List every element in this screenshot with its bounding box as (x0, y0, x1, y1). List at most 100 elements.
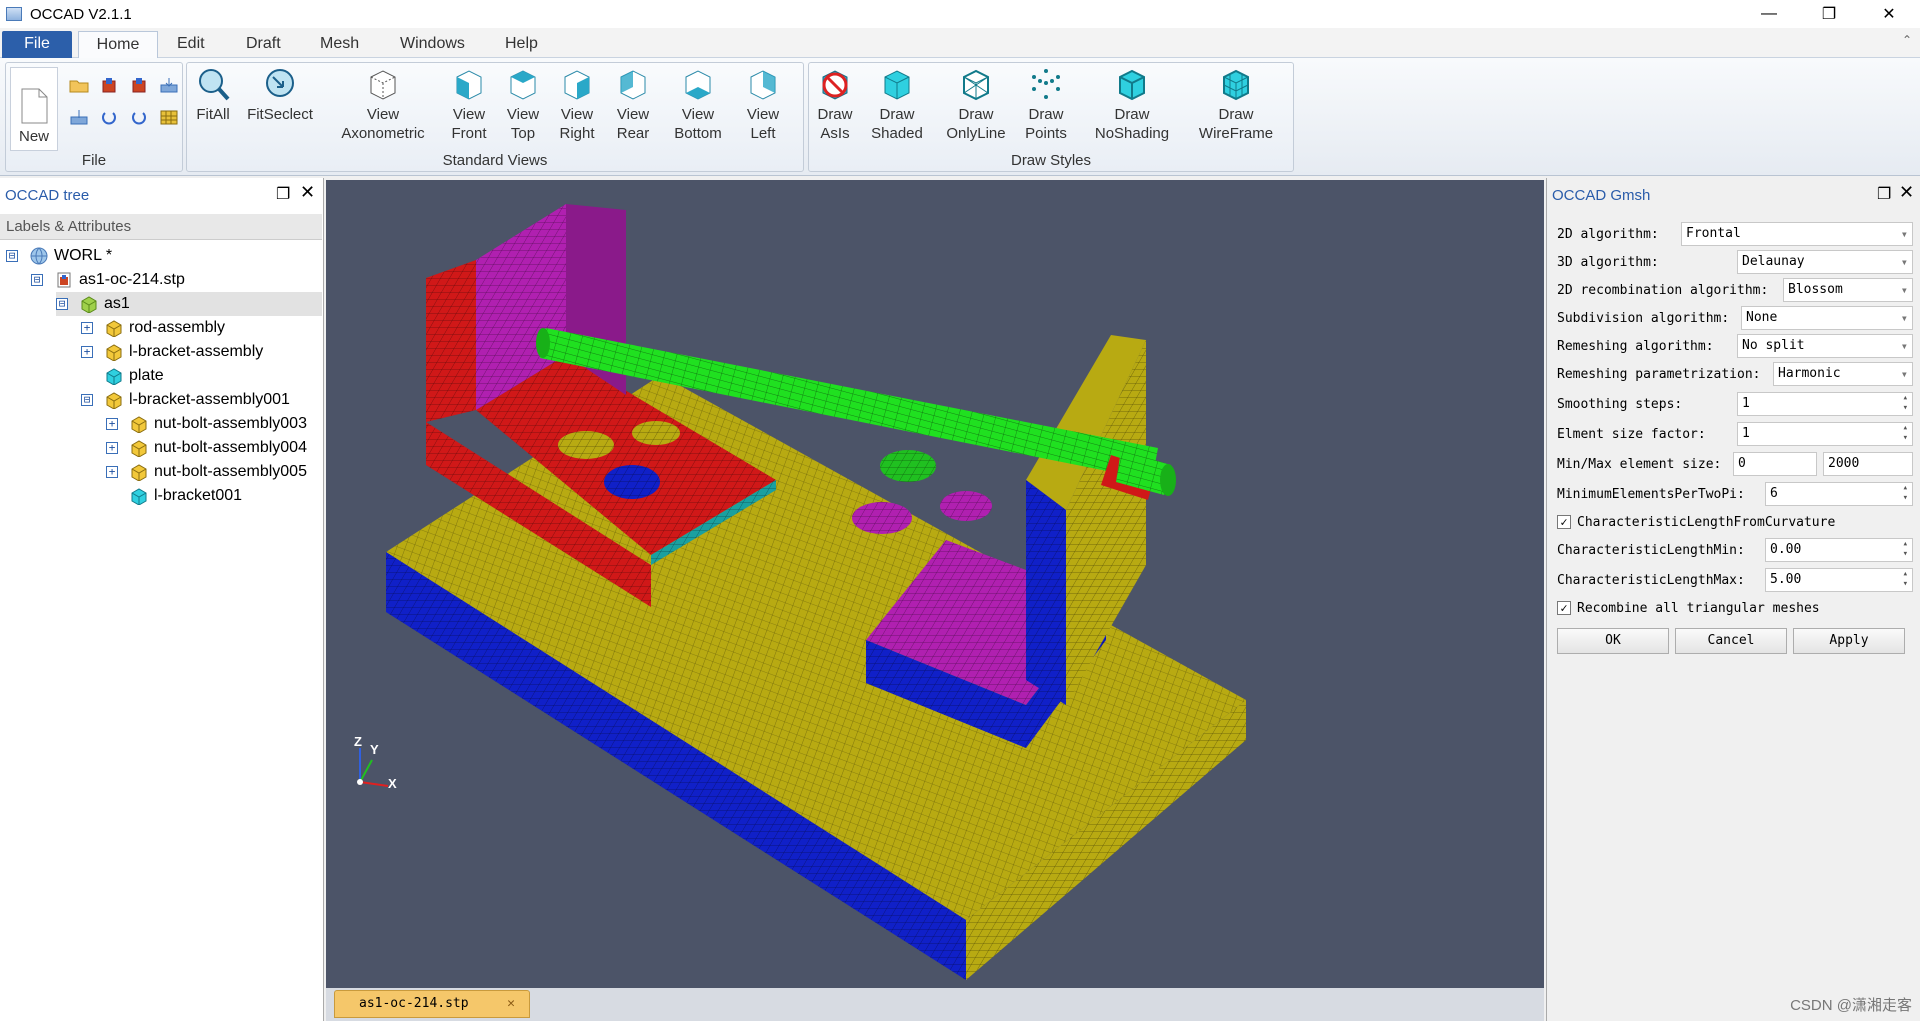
recomb-all-row[interactable]: ✓ Recombine all triangular meshes (1557, 596, 1820, 620)
expand-icon[interactable]: + (106, 466, 118, 478)
front-label-2: Front (451, 125, 487, 142)
grid-icon[interactable] (154, 103, 184, 131)
draw-noshading-button[interactable]: Draw NoShading (1087, 67, 1177, 149)
tree-item-l-bracket-assembly001[interactable]: ⊟ l-bracket-assembly001 (81, 388, 290, 412)
occad-gmsh-panel: OCCAD Gmsh ❐ ✕ 2D algorithm: Frontal 3D … (1546, 178, 1920, 1021)
alg3d-select[interactable]: Delaunay (1737, 250, 1913, 274)
export-icon[interactable] (124, 71, 154, 99)
expand-icon[interactable]: + (81, 322, 93, 334)
close-panel-icon[interactable]: ✕ (1899, 182, 1914, 203)
redo-icon[interactable] (124, 103, 154, 131)
tab-draft[interactable]: Draft (234, 31, 293, 58)
tree-item-nut-bolt-assembly005[interactable]: + nut-bolt-assembly005 (106, 460, 307, 484)
clfc-checkbox[interactable]: ✓ (1557, 515, 1571, 529)
expand-icon[interactable]: + (106, 418, 118, 430)
view-bottom-button[interactable]: View Bottom (671, 67, 725, 149)
restore-icon[interactable]: ❐ (1800, 0, 1858, 28)
view-axonometric-button[interactable]: View Axonometric (333, 67, 433, 149)
view-right-button[interactable]: View Right (557, 67, 597, 149)
open-icon[interactable] (64, 71, 94, 99)
tree-item-label: nut-bolt-assembly004 (154, 439, 307, 456)
3d-viewport[interactable]: Z Y X (326, 180, 1544, 988)
view-front-button[interactable]: View Front (449, 67, 489, 149)
view-left-button[interactable]: View Left (743, 67, 783, 149)
tab-help[interactable]: Help (493, 31, 550, 58)
save-as-icon[interactable] (64, 103, 94, 131)
tree-item-plate[interactable]: plate (81, 364, 164, 388)
draw-asis-button[interactable]: Draw AsIs (815, 67, 855, 149)
asis-label-1: Draw (817, 106, 853, 123)
tree-item-nut-bolt-assembly003[interactable]: + nut-bolt-assembly003 (106, 412, 307, 436)
clmin-spinbox[interactable]: 0.00 (1765, 538, 1913, 562)
alg2d-label: 2D algorithm: (1557, 226, 1659, 242)
close-icon[interactable]: ✕ (1860, 0, 1918, 28)
draw-onlyline-button[interactable]: Draw OnlyLine (943, 67, 1009, 149)
remesh-select[interactable]: No split (1737, 334, 1913, 358)
min-size-input[interactable]: 0 (1733, 452, 1817, 476)
smooth-spinbox[interactable]: 1 (1737, 392, 1913, 416)
collapse-icon[interactable]: ⊟ (6, 250, 18, 262)
new-button[interactable]: New (10, 67, 58, 151)
max-size-input[interactable]: 2000 (1823, 452, 1913, 476)
import-icon[interactable] (94, 71, 124, 99)
menu-file[interactable]: File (2, 31, 72, 58)
left-label-2: Left (750, 125, 776, 142)
clmax-spinbox[interactable]: 5.00 (1765, 568, 1913, 592)
tab-windows[interactable]: Windows (388, 31, 477, 58)
fitselect-button[interactable]: FitSeclect (243, 67, 317, 149)
sizefactor-spinbox[interactable]: 1 (1737, 422, 1913, 446)
front-view-icon (456, 70, 482, 100)
save-icon[interactable] (154, 71, 184, 99)
tree-item-l-bracket001[interactable]: l-bracket001 (106, 484, 242, 508)
minimize-icon[interactable]: — (1740, 0, 1798, 28)
tab-mesh[interactable]: Mesh (308, 31, 371, 58)
float-panel-icon[interactable]: ❐ (1877, 184, 1891, 204)
axonometric-view-icon (370, 70, 396, 100)
right-label-1: View (560, 106, 594, 123)
document-tab[interactable]: as1-oc-214.stp ✕ (334, 990, 530, 1018)
tree-item-worl[interactable]: ⊟ WORL * (6, 244, 112, 268)
draw-points-button[interactable]: Draw Points (1021, 67, 1071, 149)
close-tab-icon[interactable]: ✕ (507, 991, 515, 1017)
expand-icon[interactable]: + (81, 346, 93, 358)
recomb-select[interactable]: Blossom (1783, 278, 1913, 302)
clmax-label: CharacteristicLengthMax: (1557, 572, 1745, 588)
tree-item-nut-bolt-assembly004[interactable]: + nut-bolt-assembly004 (106, 436, 307, 460)
collapse-icon[interactable]: ⊟ (31, 274, 43, 286)
alg3d-row: 3D algorithm: (1557, 250, 1659, 274)
tab-home[interactable]: Home (78, 31, 158, 58)
alg2d-select[interactable]: Frontal (1681, 222, 1913, 246)
assembly-icon (106, 392, 122, 409)
view-top-button[interactable]: View Top (503, 67, 543, 149)
ok-button[interactable]: OK (1557, 628, 1669, 654)
close-panel-icon[interactable]: ✕ (300, 182, 315, 203)
tree-item-l-bracket-assembly[interactable]: + l-bracket-assembly (81, 340, 263, 364)
tree-item-file[interactable]: ⊟ as1-oc-214.stp (31, 268, 185, 292)
mept-spinbox[interactable]: 6 (1765, 482, 1913, 506)
tree-item-rod-assembly[interactable]: + rod-assembly (81, 316, 225, 340)
remeshparam-select[interactable]: Harmonic (1773, 362, 1913, 386)
mept-row: MinimumElementsPerTwoPi: (1557, 482, 1745, 506)
fitall-button[interactable]: FitAll (193, 67, 233, 149)
tree-item-as1[interactable]: ⊟ as1 (56, 292, 322, 316)
collapse-ribbon-icon[interactable]: ⌃ (1902, 33, 1912, 47)
undo-icon[interactable] (94, 103, 124, 131)
float-panel-icon[interactable]: ❐ (276, 184, 290, 204)
subdiv-select[interactable]: None (1741, 306, 1913, 330)
draw-shaded-button[interactable]: Draw Shaded (867, 67, 927, 149)
clfc-row[interactable]: ✓ CharacteristicLengthFromCurvature (1557, 510, 1835, 534)
collapse-icon[interactable]: ⊟ (56, 298, 68, 310)
cancel-button[interactable]: Cancel (1675, 628, 1787, 654)
apply-button[interactable]: Apply (1793, 628, 1905, 654)
fitselect-label: FitSeclect (247, 106, 313, 123)
recomb-all-checkbox[interactable]: ✓ (1557, 601, 1571, 615)
gmsh-panel-title: OCCAD Gmsh (1552, 187, 1651, 204)
tab-edit[interactable]: Edit (165, 31, 217, 58)
shaded-label-2: Shaded (871, 125, 923, 142)
expand-icon[interactable]: + (106, 442, 118, 454)
draw-wireframe-button[interactable]: Draw WireFrame (1191, 67, 1281, 149)
collapse-icon[interactable]: ⊟ (81, 394, 93, 406)
view-rear-button[interactable]: View Rear (613, 67, 653, 149)
points-label-1: Draw (1028, 106, 1064, 123)
fitall-label: FitAll (196, 106, 230, 123)
